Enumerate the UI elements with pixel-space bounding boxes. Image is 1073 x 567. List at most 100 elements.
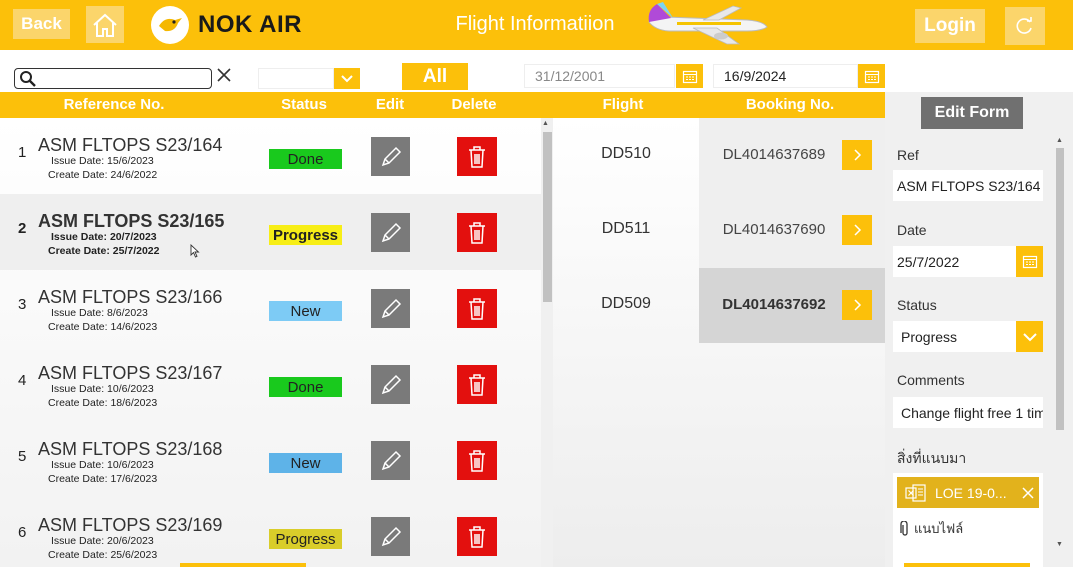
date-from-calendar-button[interactable] (676, 64, 703, 88)
delete-button[interactable] (457, 517, 497, 556)
column-header-reference: Reference No. (63, 96, 165, 113)
row-reference: ASM FLTOPS S23/169 (38, 515, 223, 535)
ref-field[interactable]: ASM FLTOPS S23/164 (893, 170, 1043, 201)
row-reference: ASM FLTOPS S23/168 (38, 439, 223, 459)
row-number: 3 (18, 296, 27, 313)
open-booking-button[interactable] (842, 290, 872, 320)
bird-logo-icon (151, 6, 189, 44)
row-reference: ASM FLTOPS S23/164 (38, 135, 223, 155)
trash-icon (469, 373, 485, 396)
row-create-date: Create Date: 25/7/2022 (48, 245, 160, 257)
column-header-edit: Edit (375, 96, 405, 113)
chevron-down-icon (1022, 332, 1037, 341)
calendar-icon (1022, 255, 1037, 269)
date-calendar-button[interactable] (1016, 246, 1043, 277)
status-select[interactable]: Progress (893, 321, 1016, 352)
delete-button[interactable] (457, 441, 497, 480)
row-number: 6 (18, 524, 27, 541)
status-dropdown-button[interactable] (1016, 321, 1043, 352)
chevron-down-icon (341, 74, 353, 82)
status-filter-dropdown-button[interactable] (334, 68, 360, 89)
close-icon (217, 68, 231, 82)
booking-number: DL4014637689 (722, 146, 826, 163)
delete-button[interactable] (457, 289, 497, 328)
edit-button[interactable] (371, 441, 410, 480)
clear-search-button[interactable] (216, 67, 234, 87)
pencil-icon (381, 222, 401, 242)
table-header: Reference No. Status Edit Delete Flight … (0, 92, 885, 118)
form-scrollbar-thumb[interactable] (1056, 148, 1064, 430)
search-input[interactable] (14, 68, 212, 89)
list-footer-accent (180, 563, 306, 567)
back-button[interactable]: Back (13, 9, 70, 39)
edit-form-button[interactable]: Edit Form (921, 97, 1023, 129)
delete-button[interactable] (457, 137, 497, 176)
scroll-up-arrow-icon[interactable]: ▲ (542, 120, 549, 127)
mouse-cursor-icon (190, 244, 200, 258)
delete-button[interactable] (457, 213, 497, 252)
excel-file-icon (905, 483, 926, 502)
status-badge: New (269, 453, 342, 473)
attach-file-button[interactable]: แนบไฟล์ (900, 518, 963, 539)
row-issue-date: Issue Date: 10/6/2023 (51, 459, 154, 471)
search-icon (20, 71, 36, 87)
date-to-field[interactable]: 16/9/2024 (713, 64, 858, 88)
row-create-date: Create Date: 24/6/2022 (48, 169, 158, 181)
status-badge: New (269, 301, 342, 321)
chevron-right-icon (854, 299, 862, 311)
paperclip-icon (900, 520, 908, 536)
row-reference: ASM FLTOPS S23/166 (38, 287, 223, 307)
status-filter-select[interactable] (258, 68, 334, 89)
delete-button[interactable] (457, 365, 497, 404)
airplane-illustration-icon (648, 2, 768, 45)
comments-field[interactable]: Change flight free 1 tim (893, 397, 1043, 428)
flight-row[interactable]: DD509 DL4014637692 (553, 268, 885, 343)
open-booking-button[interactable] (842, 140, 872, 170)
list-scrollbar-thumb[interactable] (543, 132, 552, 302)
refresh-icon (1016, 17, 1032, 34)
edit-button[interactable] (371, 517, 410, 556)
attachments-label: สิ่งที่แนบมา (897, 450, 967, 466)
booking-number: DL4014637692 (722, 296, 826, 313)
edit-button[interactable] (371, 365, 410, 404)
status-badge: Done (269, 377, 342, 397)
home-button[interactable] (86, 6, 124, 43)
open-booking-button[interactable] (842, 215, 872, 245)
flight-number: DD511 (601, 220, 651, 237)
row-reference: ASM FLTOPS S23/167 (38, 363, 223, 383)
row-number: 4 (18, 372, 27, 389)
login-button[interactable]: Login (915, 9, 985, 43)
trash-icon (469, 221, 485, 244)
attachment-item[interactable]: LOE 19-0... (897, 477, 1039, 508)
chevron-right-icon (854, 149, 862, 161)
flight-row[interactable]: DD510 DL4014637689 (553, 118, 885, 193)
edit-button[interactable] (371, 289, 410, 328)
date-from-field[interactable]: 31/12/2001 (524, 64, 675, 88)
scroll-down-arrow-icon[interactable]: ▼ (1056, 541, 1063, 548)
column-header-status: Status (281, 96, 327, 113)
show-all-button[interactable]: All (402, 63, 468, 90)
table-row[interactable]: 6 ASM FLTOPS S23/169 Issue Date: 20/6/20… (0, 498, 541, 567)
edit-button[interactable] (371, 213, 410, 252)
date-label: Date (897, 222, 927, 238)
table-row[interactable]: 1 ASM FLTOPS S23/164 Issue Date: 15/6/20… (0, 118, 541, 194)
table-row[interactable]: 3 ASM FLTOPS S23/166 Issue Date: 8/6/202… (0, 270, 541, 346)
date-to-calendar-button[interactable] (858, 64, 885, 88)
row-issue-date: Issue Date: 8/6/2023 (51, 307, 148, 319)
trash-icon (469, 449, 485, 472)
flight-row[interactable]: DD511 DL4014637690 (553, 193, 885, 268)
row-create-date: Create Date: 14/6/2023 (48, 321, 158, 333)
scroll-up-arrow-icon[interactable]: ▲ (1056, 137, 1063, 144)
refresh-button[interactable] (1005, 7, 1045, 45)
form-footer-accent (904, 563, 1030, 567)
calendar-icon (682, 70, 697, 83)
status-badge: Done (269, 149, 342, 169)
brand-name: NOK AIR (198, 11, 302, 38)
date-field[interactable]: 25/7/2022 (893, 246, 1016, 277)
booking-number: DL4014637690 (722, 221, 826, 238)
table-row[interactable]: 4 ASM FLTOPS S23/167 Issue Date: 10/6/20… (0, 346, 541, 422)
table-row[interactable]: 2 ASM FLTOPS S23/165 Issue Date: 20/7/20… (0, 194, 541, 270)
edit-button[interactable] (371, 137, 410, 176)
remove-attachment-icon[interactable] (1021, 486, 1035, 500)
table-row[interactable]: 5 ASM FLTOPS S23/168 Issue Date: 10/6/20… (0, 422, 541, 498)
